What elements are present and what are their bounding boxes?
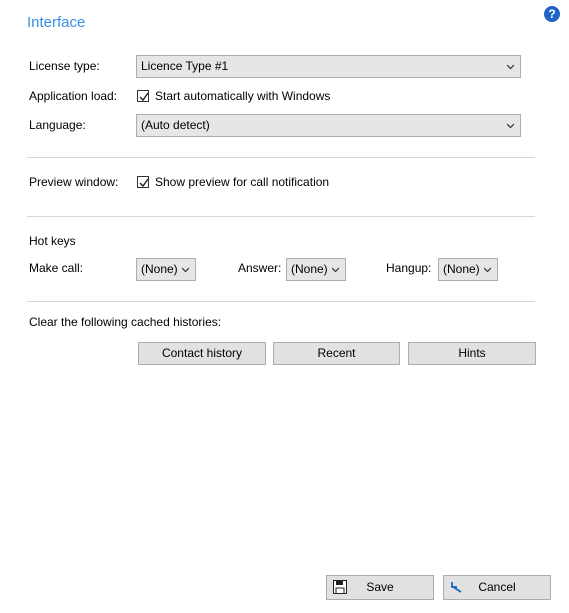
cancel-label: Cancel xyxy=(478,580,516,594)
hangup-value: (None) xyxy=(443,262,480,276)
help-icon[interactable]: ? xyxy=(544,6,560,22)
checkmark-icon xyxy=(139,178,149,188)
divider xyxy=(27,157,535,158)
chevron-down-icon xyxy=(507,123,514,129)
clear-contact-history-button[interactable]: Contact history xyxy=(138,342,266,365)
clear-recent-button[interactable]: Recent xyxy=(273,342,400,365)
chevron-down-icon xyxy=(484,267,491,273)
save-button[interactable]: Save xyxy=(326,575,434,600)
chevron-down-icon xyxy=(332,267,339,273)
show-preview-checkbox[interactable] xyxy=(137,176,149,188)
answer-label: Answer: xyxy=(238,261,282,275)
application-load-label: Application load: xyxy=(29,89,118,103)
chevron-down-icon xyxy=(182,267,189,273)
language-value: (Auto detect) xyxy=(141,118,210,132)
license-type-dropdown[interactable]: Licence Type #1 xyxy=(136,55,521,78)
license-type-value: Licence Type #1 xyxy=(141,59,229,73)
start-automatically-checkbox[interactable] xyxy=(137,90,149,102)
cancel-button[interactable]: Cancel xyxy=(443,575,551,600)
page-title: Interface xyxy=(27,14,86,31)
show-preview-label[interactable]: Show preview for call notification xyxy=(155,174,329,190)
clear-cache-heading: Clear the following cached histories: xyxy=(29,315,222,329)
divider xyxy=(27,216,535,217)
divider xyxy=(27,301,535,302)
answer-dropdown[interactable]: (None) xyxy=(286,258,346,281)
save-label: Save xyxy=(366,580,394,594)
clear-hints-button[interactable]: Hints xyxy=(408,342,536,365)
language-dropdown[interactable]: (Auto detect) xyxy=(136,114,521,137)
hangup-label: Hangup: xyxy=(386,261,432,275)
chevron-down-icon xyxy=(507,64,514,70)
start-automatically-label[interactable]: Start automatically with Windows xyxy=(155,88,330,104)
make-call-label: Make call: xyxy=(29,261,84,275)
hangup-dropdown[interactable]: (None) xyxy=(438,258,498,281)
language-label: Language: xyxy=(29,118,86,132)
checkmark-icon xyxy=(139,92,149,102)
make-call-dropdown[interactable]: (None) xyxy=(136,258,196,281)
license-type-label: License type: xyxy=(29,59,100,73)
answer-value: (None) xyxy=(291,262,328,276)
make-call-value: (None) xyxy=(141,262,178,276)
hot-keys-heading: Hot keys xyxy=(29,234,76,248)
preview-window-label: Preview window: xyxy=(29,175,119,189)
